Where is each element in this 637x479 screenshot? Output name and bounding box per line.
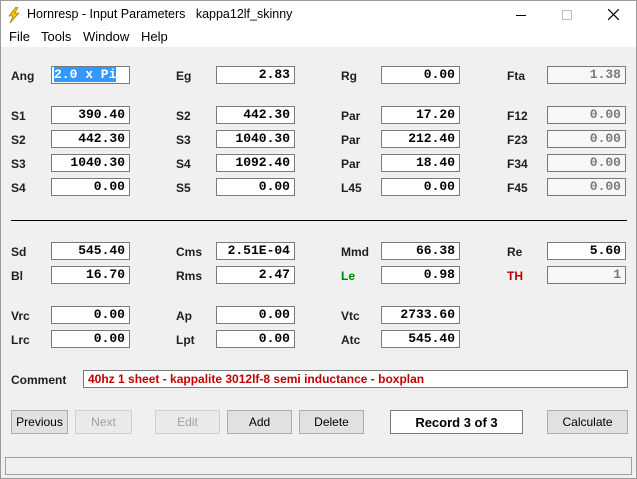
section-divider: [11, 220, 627, 221]
field-l45[interactable]: 0.00: [381, 178, 460, 196]
label-s4-b: S4: [11, 181, 26, 195]
field-s2[interactable]: 442.30: [216, 106, 295, 124]
label-re: Re: [507, 245, 523, 259]
minimize-icon: [516, 14, 526, 16]
label-s3: S3: [176, 133, 191, 147]
field-s2-b[interactable]: 442.30: [51, 130, 130, 148]
close-button[interactable]: [590, 1, 636, 28]
field-f23: 0.00: [547, 130, 626, 148]
label-lrc: Lrc: [11, 333, 30, 347]
field-f34: 0.00: [547, 154, 626, 172]
label-s3-b: S3: [11, 157, 26, 171]
label-cms: Cms: [176, 245, 203, 259]
label-par-3: Par: [341, 157, 361, 171]
label-l45: L45: [341, 181, 362, 195]
menu-window[interactable]: Window: [83, 29, 129, 44]
status-bar: [5, 457, 632, 475]
label-par-2: Par: [341, 133, 361, 147]
label-le[interactable]: Le: [341, 269, 355, 283]
hornresp-window: Hornresp - Input Parameters kappa12lf_sk…: [0, 0, 637, 479]
label-s5: S5: [176, 181, 191, 195]
field-mmd[interactable]: 66.38: [381, 242, 460, 260]
lightning-icon: [8, 7, 20, 23]
add-button[interactable]: Add: [227, 410, 292, 434]
label-th[interactable]: TH: [507, 269, 523, 283]
label-par-1: Par: [341, 109, 361, 123]
label-ang: Ang: [11, 69, 35, 83]
field-f12: 0.00: [547, 106, 626, 124]
label-bl: Bl: [11, 269, 23, 283]
field-bl[interactable]: 16.70: [51, 266, 130, 284]
field-th: 1: [547, 266, 626, 284]
menu-tools[interactable]: Tools: [41, 29, 71, 44]
field-s1[interactable]: 390.40: [51, 106, 130, 124]
label-ap: Ap: [176, 309, 192, 323]
field-atc[interactable]: 545.40: [381, 330, 460, 348]
label-vrc: Vrc: [11, 309, 30, 323]
delete-button[interactable]: Delete: [299, 410, 364, 434]
field-lpt[interactable]: 0.00: [216, 330, 295, 348]
field-eg[interactable]: 2.83: [216, 66, 295, 84]
label-vtc: Vtc: [341, 309, 360, 323]
label-mmd: Mmd: [341, 245, 369, 259]
window-title: Hornresp - Input Parameters kappa12lf_sk…: [27, 7, 293, 21]
label-rg: Rg: [341, 69, 357, 83]
next-button[interactable]: Next: [75, 410, 132, 434]
maximize-icon: [562, 9, 572, 20]
field-s3-b[interactable]: 1040.30: [51, 154, 130, 172]
field-s4[interactable]: 1092.40: [216, 154, 295, 172]
field-s5[interactable]: 0.00: [216, 178, 295, 196]
menu-bar: File Tools Window Help: [1, 28, 636, 47]
record-indicator: Record 3 of 3: [390, 410, 523, 434]
label-rms: Rms: [176, 269, 203, 283]
field-cms[interactable]: 2.51E-04: [216, 242, 295, 260]
label-s4: S4: [176, 157, 191, 171]
edit-button[interactable]: Edit: [155, 410, 220, 434]
label-f45: F45: [507, 181, 528, 195]
menu-help[interactable]: Help: [141, 29, 168, 44]
field-f45: 0.00: [547, 178, 626, 196]
field-ap[interactable]: 0.00: [216, 306, 295, 324]
field-fta: 1.38: [547, 66, 626, 84]
title-bar[interactable]: Hornresp - Input Parameters kappa12lf_sk…: [1, 1, 636, 28]
field-par-1[interactable]: 17.20: [381, 106, 460, 124]
field-ang[interactable]: 2.0 x Pi: [51, 66, 130, 84]
label-atc: Atc: [341, 333, 361, 347]
label-comment: Comment: [11, 373, 67, 387]
label-s2: S2: [176, 109, 191, 123]
field-par-2[interactable]: 212.40: [381, 130, 460, 148]
label-f23: F23: [507, 133, 528, 147]
previous-button[interactable]: Previous: [11, 410, 68, 434]
label-fta: Fta: [507, 69, 525, 83]
close-icon: [607, 9, 619, 20]
label-sd: Sd: [11, 245, 27, 259]
menu-file[interactable]: File: [9, 29, 30, 44]
label-f34: F34: [507, 157, 528, 171]
field-rg[interactable]: 0.00: [381, 66, 460, 84]
field-s4-b[interactable]: 0.00: [51, 178, 130, 196]
label-eg: Eg: [176, 69, 192, 83]
field-vrc[interactable]: 0.00: [51, 306, 130, 324]
maximize-button[interactable]: [544, 1, 590, 28]
label-f12: F12: [507, 109, 528, 123]
label-s1: S1: [11, 109, 26, 123]
field-re[interactable]: 5.60: [547, 242, 626, 260]
field-par-3[interactable]: 18.40: [381, 154, 460, 172]
field-lrc[interactable]: 0.00: [51, 330, 130, 348]
field-le[interactable]: 0.98: [381, 266, 460, 284]
label-lpt: Lpt: [176, 333, 195, 347]
field-sd[interactable]: 545.40: [51, 242, 130, 260]
field-vtc[interactable]: 2733.60: [381, 306, 460, 324]
field-rms[interactable]: 2.47: [216, 266, 295, 284]
label-s2-b: S2: [11, 133, 26, 147]
calculate-button[interactable]: Calculate: [547, 410, 628, 434]
comment-input[interactable]: 40hz 1 sheet - kappalite 3012lf-8 semi i…: [83, 370, 628, 388]
minimize-button[interactable]: [498, 1, 544, 28]
field-s3[interactable]: 1040.30: [216, 130, 295, 148]
field-ang-value: 2.0 x Pi: [54, 67, 117, 82]
